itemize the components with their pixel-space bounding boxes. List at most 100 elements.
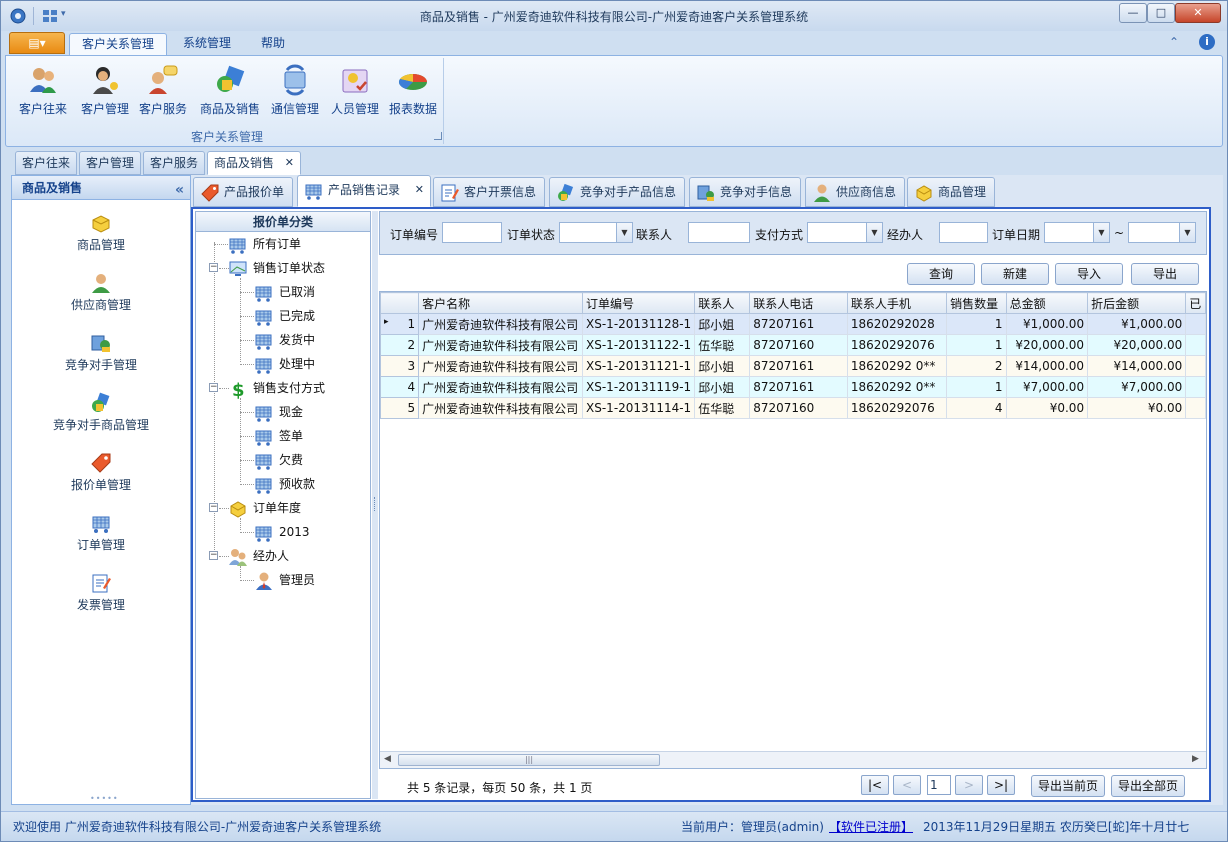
handler-input[interactable] [939, 222, 988, 243]
tree-node-order-status[interactable]: − 销售订单状态 [209, 256, 325, 280]
tree-node-handler[interactable]: − 经办人 [209, 544, 289, 568]
collapse-icon[interactable]: − [209, 551, 218, 560]
column-header[interactable]: 联系人 [694, 292, 751, 314]
overflow-cell[interactable] [1185, 376, 1206, 398]
doc-tab-products-sales[interactable]: 商品及销售 ✕ [207, 151, 301, 175]
total-amount-cell[interactable]: ¥14,000.00 [1005, 355, 1089, 377]
nav-item-orders[interactable]: 订单管理 [12, 506, 190, 564]
column-header[interactable]: 折后金额 [1087, 292, 1187, 314]
end-date-picker[interactable]: ▼ [1128, 222, 1196, 243]
inner-tab-quotations[interactable]: 产品报价单 [193, 177, 294, 207]
pay-method-select[interactable]: ▼ [807, 222, 883, 243]
export-current-page-button[interactable]: 导出当前页 [1031, 775, 1105, 797]
column-header[interactable]: 联系人手机 [846, 292, 948, 314]
collapse-icon[interactable]: − [209, 503, 218, 512]
total-amount-cell[interactable]: ¥1,000.00 [1005, 313, 1089, 335]
column-header[interactable]: 客户名称 [418, 292, 584, 314]
overflow-cell[interactable] [1185, 313, 1206, 335]
new-button[interactable]: 新建 [981, 263, 1049, 285]
order-no-cell[interactable]: XS-1-20131114-1 [582, 397, 696, 419]
quantity-cell[interactable]: 1 [946, 313, 1007, 335]
customer-service-button[interactable]: 客户服务 [134, 62, 192, 120]
total-amount-cell[interactable]: ¥0.00 [1005, 397, 1089, 419]
mobile-cell[interactable]: 18620292 0** [846, 355, 948, 377]
tree-node-completed[interactable]: 已完成 [240, 304, 315, 328]
collapse-icon[interactable]: « [175, 178, 184, 202]
nav-item-quotations[interactable]: 报价单管理 [12, 446, 190, 504]
quantity-cell[interactable]: 1 [946, 376, 1007, 398]
contact-cell[interactable]: 伍华聪 [694, 397, 751, 419]
inner-tab-suppliers[interactable]: 供应商信息 [805, 177, 906, 207]
contact-cell[interactable]: 邱小姐 [694, 355, 751, 377]
customer-name-cell[interactable]: 广州爱奇迪软件科技有限公司 [418, 313, 584, 335]
column-header[interactable]: 联系人电话 [749, 292, 848, 314]
group-launcher-icon[interactable] [434, 132, 442, 140]
tree-node-signed[interactable]: 签单 [240, 424, 303, 448]
customer-contacts-button[interactable]: 客户往来 [14, 62, 72, 120]
doc-tab-customer-contacts[interactable]: 客户往来 [15, 151, 78, 175]
tree-node-processing[interactable]: 处理中 [240, 352, 315, 376]
next-page-button[interactable]: > [955, 775, 983, 795]
inner-tab-products[interactable]: 商品管理 [907, 177, 996, 207]
start-date-picker[interactable]: ▼ [1044, 222, 1110, 243]
quantity-cell[interactable]: 1 [946, 334, 1007, 356]
order-no-input[interactable] [442, 222, 502, 243]
table-row[interactable]: 5 广州爱奇迪软件科技有限公司 XS-1-20131114-1 伍华聪 8720… [380, 397, 1206, 419]
staff-management-button[interactable]: 人员管理 [326, 62, 384, 120]
registration-link[interactable]: 【软件已注册】 [829, 818, 913, 835]
column-header[interactable]: 已 [1185, 292, 1206, 314]
discounted-amount-cell[interactable]: ¥0.00 [1087, 397, 1187, 419]
app-menu-button[interactable]: ▤▾ [9, 32, 65, 54]
contact-cell[interactable]: 伍华聪 [694, 334, 751, 356]
close-tab-icon[interactable]: ✕ [285, 152, 294, 174]
customer-name-cell[interactable]: 广州爱奇迪软件科技有限公司 [418, 355, 584, 377]
overflow-cell[interactable] [1185, 397, 1206, 419]
tab-system[interactable]: 系统管理 [171, 33, 243, 55]
row-number-cell[interactable]: ▸ 1 [380, 313, 420, 335]
doc-tab-customer-management[interactable]: 客户管理 [79, 151, 142, 175]
mobile-cell[interactable]: 18620292 0** [846, 376, 948, 398]
order-status-select[interactable]: ▼ [559, 222, 633, 243]
order-no-cell[interactable]: XS-1-20131128-1 [582, 313, 696, 335]
discounted-amount-cell[interactable]: ¥20,000.00 [1087, 334, 1187, 356]
overflow-cell[interactable] [1185, 334, 1206, 356]
phone-cell[interactable]: 87207160 [749, 334, 848, 356]
export-button[interactable]: 导出 [1131, 263, 1199, 285]
first-page-button[interactable]: |< [861, 775, 889, 795]
column-header[interactable]: 总金额 [1005, 292, 1089, 314]
scroll-right-icon[interactable]: ▶ [1192, 754, 1199, 764]
table-row[interactable]: 2 广州爱奇迪软件科技有限公司 XS-1-20131122-1 伍华聪 8720… [380, 334, 1206, 356]
discounted-amount-cell[interactable]: ¥7,000.00 [1087, 376, 1187, 398]
mobile-cell[interactable]: 18620292076 [846, 334, 948, 356]
phone-cell[interactable]: 87207161 [749, 355, 848, 377]
table-row[interactable]: 4 广州爱奇迪软件科技有限公司 XS-1-20131119-1 邱小姐 8720… [380, 376, 1206, 398]
row-number-cell[interactable]: 3 [380, 355, 420, 377]
contact-input[interactable] [688, 222, 750, 243]
tree-node-payment-method[interactable]: − $ 销售支付方式 [209, 376, 325, 400]
contact-cell[interactable]: 邱小姐 [694, 313, 751, 335]
order-no-cell[interactable]: XS-1-20131119-1 [582, 376, 696, 398]
customer-name-cell[interactable]: 广州爱奇迪软件科技有限公司 [418, 334, 584, 356]
nav-item-products[interactable]: 商品管理 [12, 206, 190, 264]
maximize-button[interactable]: □ [1147, 3, 1175, 23]
phone-cell[interactable]: 87207161 [749, 376, 848, 398]
inner-tab-sales-records[interactable]: 产品销售记录 ✕ [297, 175, 431, 207]
phone-cell[interactable]: 87207161 [749, 313, 848, 335]
horizontal-scrollbar[interactable]: ◀ ||| ▶ [380, 751, 1206, 768]
tree-node-arrears[interactable]: 欠费 [240, 448, 303, 472]
products-sales-button[interactable]: 商品及销售 [198, 62, 262, 120]
close-tab-icon[interactable]: ✕ [415, 176, 424, 204]
minimize-button[interactable]: — [1119, 3, 1147, 23]
scroll-thumb[interactable]: ||| [398, 754, 660, 766]
doc-tab-customer-service[interactable]: 客户服务 [143, 151, 206, 175]
quantity-cell[interactable]: 2 [946, 355, 1007, 377]
import-button[interactable]: 导入 [1055, 263, 1123, 285]
column-header[interactable]: 订单编号 [582, 292, 696, 314]
row-number-cell[interactable]: 5 [380, 397, 420, 419]
total-amount-cell[interactable]: ¥20,000.00 [1005, 334, 1089, 356]
customer-management-button[interactable]: 客户管理 [76, 62, 134, 120]
tree-node-admin[interactable]: 管理员 [240, 568, 315, 592]
tree-node-cancelled[interactable]: 已取消 [240, 280, 315, 304]
mobile-cell[interactable]: 18620292076 [846, 397, 948, 419]
tree-node-prepaid[interactable]: 预收款 [240, 472, 315, 496]
